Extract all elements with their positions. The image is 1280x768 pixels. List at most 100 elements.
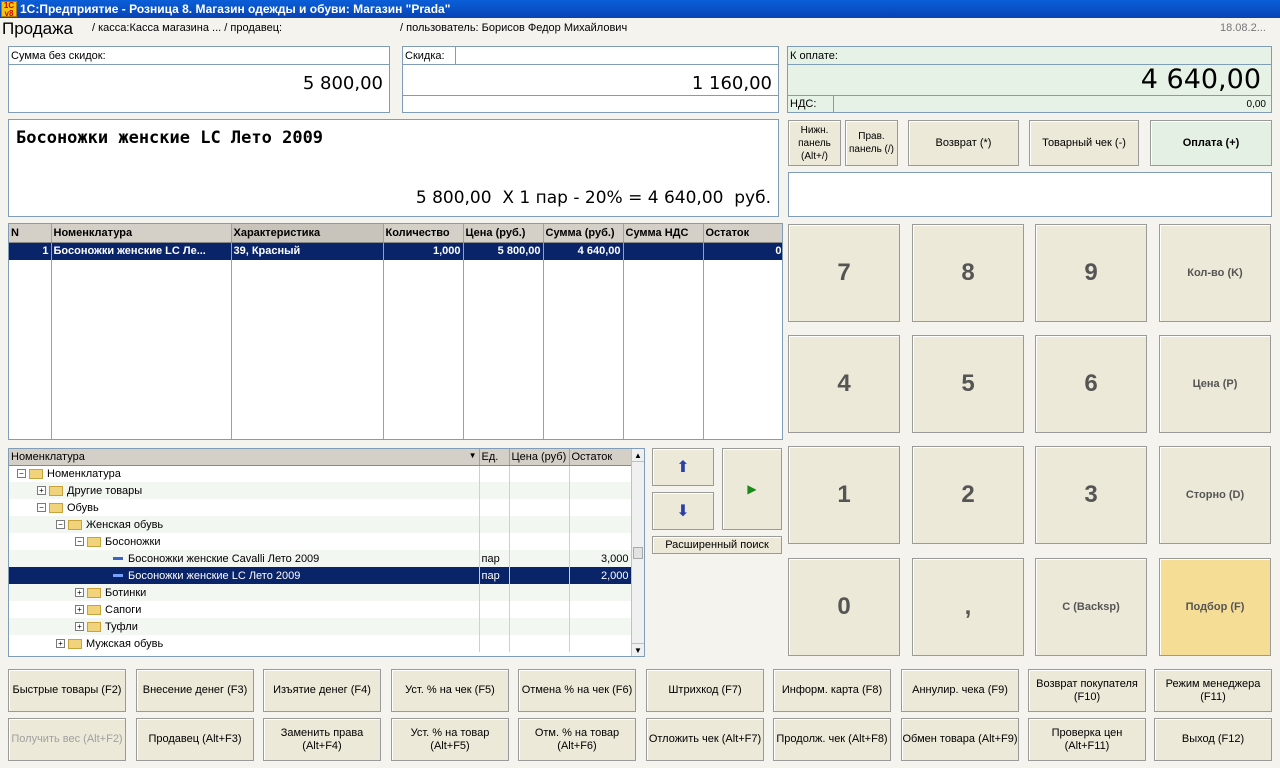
tree-col-price[interactable]: Цена (руб)	[509, 449, 570, 466]
key-1[interactable]: 1	[788, 446, 900, 544]
tree-row[interactable]: + Ботинки	[9, 584, 632, 601]
cancel-item-discount-button[interactable]: Отм. % на товар (Alt+F6)	[518, 718, 636, 761]
col-n[interactable]: N	[9, 224, 52, 243]
tree-row[interactable]: + Другие товары	[9, 482, 632, 499]
col-name[interactable]: Номенклатура	[51, 224, 232, 243]
expand-icon[interactable]: +	[75, 622, 84, 632]
folder-icon	[87, 587, 101, 598]
key-0[interactable]: 0	[788, 558, 900, 656]
cash-in-button[interactable]: Внесение денег (F3)	[136, 669, 254, 712]
sum-value: 5 800,00	[302, 73, 383, 94]
exit-button[interactable]: Выход (F12)	[1154, 718, 1272, 761]
mode-title: Продажа	[2, 19, 73, 38]
tree-row[interactable]: − Номенклатура	[9, 465, 632, 482]
cancel-receipt-discount-button[interactable]: Отмена % на чек (F6)	[518, 669, 636, 712]
col-vat[interactable]: Сумма НДС	[623, 224, 704, 243]
cell-sum: 4 640,00	[543, 242, 624, 260]
col-char[interactable]: Характеристика	[231, 224, 384, 243]
tree-row[interactable]: Босоножки женские LC Лето 2009 пар 2,000	[9, 567, 632, 584]
key-comma[interactable]: ,	[912, 558, 1024, 656]
key-3[interactable]: 3	[1035, 446, 1147, 544]
vat-value: 0,00	[1246, 99, 1266, 110]
key-7[interactable]: 7	[788, 224, 900, 322]
key-9[interactable]: 9	[1035, 224, 1147, 322]
tree-row[interactable]: − Босоножки	[9, 533, 632, 550]
collapse-icon[interactable]: −	[56, 520, 65, 530]
expand-icon[interactable]: +	[75, 588, 84, 598]
tree-row[interactable]: Босоножки женские Cavalli Лето 2009 пар 3,…	[9, 550, 632, 567]
manager-mode-button[interactable]: Режим менеджера (F11)	[1154, 669, 1272, 712]
to-pay-label: К оплате:	[790, 50, 838, 62]
return-button[interactable]: Возврат (*)	[908, 120, 1019, 166]
collapse-icon[interactable]: −	[75, 537, 84, 547]
arrow-up-icon: ⬆	[676, 458, 690, 476]
change-rights-button[interactable]: Заменить права (Alt+F4)	[263, 718, 381, 761]
user-info: / пользователь: Борисов Федор Михайлович	[400, 22, 628, 34]
extended-search-button[interactable]: Расширенный поиск	[652, 536, 782, 554]
tree-col-name[interactable]: Номенклатура ▼	[9, 449, 480, 466]
move-up-button[interactable]: ⬆	[652, 448, 714, 486]
item-calc: 5 800,00 Х 1 пар - 20% = 4 640,00 руб.	[415, 188, 771, 208]
tree-row[interactable]: + Туфли	[9, 618, 632, 635]
col-rest[interactable]: Остаток	[703, 224, 782, 243]
customer-return-button[interactable]: Возврат покупателя (F10)	[1028, 669, 1146, 712]
key-8[interactable]: 8	[912, 224, 1024, 322]
col-sum[interactable]: Сумма (руб.)	[543, 224, 624, 243]
lower-panel-button[interactable]: Нижн. панель (Alt+/)	[788, 120, 841, 166]
cart-table[interactable]: N Номенклатура Характеристика Количество…	[8, 223, 783, 440]
message-field	[788, 172, 1272, 217]
postpone-receipt-button[interactable]: Отложить чек (Alt+F7)	[646, 718, 764, 761]
set-item-discount-button[interactable]: Уст. % на товар (Alt+F5)	[391, 718, 509, 761]
scroll-down-icon[interactable]: ▼	[632, 643, 644, 656]
collapse-icon[interactable]: −	[37, 503, 46, 513]
cell-rest: 0	[703, 242, 782, 260]
continue-receipt-button[interactable]: Продолж. чек (Alt+F8)	[773, 718, 891, 761]
price-button[interactable]: Цена (P)	[1159, 335, 1271, 433]
discount-label: Скидка:	[405, 50, 445, 62]
scroll-up-icon[interactable]: ▲	[632, 449, 644, 462]
cell-vat	[623, 242, 704, 260]
quantity-button[interactable]: Кол-во (K)	[1159, 224, 1271, 322]
sum-label: Сумма без скидок:	[11, 50, 106, 62]
add-selected-button[interactable]: ▶	[722, 448, 782, 530]
key-6[interactable]: 6	[1035, 335, 1147, 433]
key-2[interactable]: 2	[912, 446, 1024, 544]
expand-icon[interactable]: +	[37, 486, 46, 496]
storno-button[interactable]: Сторно (D)	[1159, 446, 1271, 544]
catalog-tree[interactable]: Номенклатура ▼ Ед. Цена (руб) Остаток − Но…	[8, 448, 645, 657]
seller-button[interactable]: Продавец (Alt+F3)	[136, 718, 254, 761]
backspace-button[interactable]: С (Backsp)	[1035, 558, 1147, 656]
cash-out-button[interactable]: Изъятие денег (F4)	[263, 669, 381, 712]
key-4[interactable]: 4	[788, 335, 900, 433]
table-row[interactable]: 1 Босоножки женские LC Ле... 39, Красный…	[9, 242, 782, 260]
arrow-down-icon: ⬇	[676, 502, 690, 520]
tree-row[interactable]: − Обувь	[9, 499, 632, 516]
expand-icon[interactable]: +	[75, 605, 84, 615]
right-panel-button[interactable]: Прав. панель (/)	[845, 120, 898, 166]
tree-row[interactable]: + Сапоги	[9, 601, 632, 618]
pick-button[interactable]: Подбор (F)	[1159, 558, 1271, 656]
info-card-button[interactable]: Информ. карта (F8)	[773, 669, 891, 712]
get-weight-button[interactable]: Получить вес (Alt+F2)	[8, 718, 126, 761]
receipt-button[interactable]: Товарный чек (-)	[1029, 120, 1139, 166]
set-receipt-discount-button[interactable]: Уст. % на чек (F5)	[391, 669, 509, 712]
col-qty[interactable]: Количество	[383, 224, 464, 243]
quick-goods-button[interactable]: Быстрые товары (F2)	[8, 669, 126, 712]
exchange-goods-button[interactable]: Обмен товара (Alt+F9)	[901, 718, 1019, 761]
col-price[interactable]: Цена (руб.)	[463, 224, 544, 243]
cancel-receipt-button[interactable]: Аннулир. чека (F9)	[901, 669, 1019, 712]
tree-scrollbar[interactable]: ▲ ▼	[631, 449, 644, 656]
sort-arrow-icon: ▼	[468, 450, 477, 460]
tree-col-unit[interactable]: Ед.	[479, 449, 510, 466]
pay-button[interactable]: Оплата (+)	[1150, 120, 1272, 166]
tree-row[interactable]: + Мужская обувь	[9, 635, 632, 652]
key-5[interactable]: 5	[912, 335, 1024, 433]
collapse-icon[interactable]: −	[17, 469, 26, 479]
expand-icon[interactable]: +	[56, 639, 65, 649]
move-down-button[interactable]: ⬇	[652, 492, 714, 530]
tree-row[interactable]: − Женская обувь	[9, 516, 632, 533]
tree-col-rest[interactable]: Остаток	[569, 449, 632, 466]
price-check-button[interactable]: Проверка цен (Alt+F11)	[1028, 718, 1146, 761]
barcode-button[interactable]: Штрихкод (F7)	[646, 669, 764, 712]
scroll-thumb[interactable]	[633, 547, 643, 559]
